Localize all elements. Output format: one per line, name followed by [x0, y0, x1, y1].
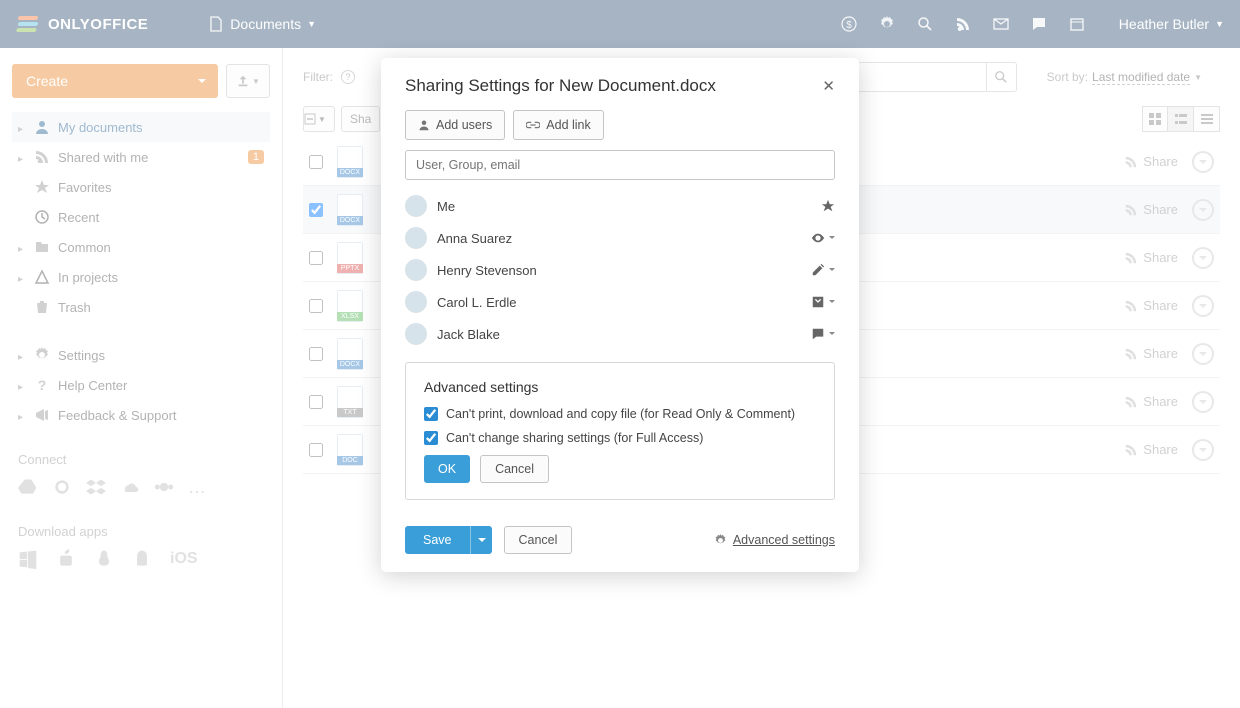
advanced-panel: Advanced settings Can't print, download … — [405, 362, 835, 500]
permission-icon — [811, 295, 825, 309]
close-button[interactable]: ✕ — [822, 77, 835, 95]
permission-icon — [811, 263, 825, 277]
gear-icon — [714, 534, 727, 547]
add-users-button[interactable]: Add users — [405, 110, 505, 140]
permission-selector[interactable] — [811, 263, 835, 277]
opt1-label: Can't print, download and copy file (for… — [446, 407, 795, 421]
save-button[interactable]: Save — [405, 526, 470, 554]
member-row: Carol L. Erdle — [405, 286, 835, 318]
share-search-input[interactable] — [405, 150, 835, 180]
add-link-button[interactable]: Add link — [513, 110, 603, 140]
chevron-down-icon — [829, 266, 835, 274]
permission-selector[interactable] — [811, 295, 835, 309]
permission-icon — [811, 327, 825, 341]
link-icon — [526, 119, 540, 131]
avatar — [405, 195, 427, 217]
advanced-opt1[interactable]: Can't print, download and copy file (for… — [424, 407, 816, 421]
avatar — [405, 259, 427, 281]
cancel-advanced-button[interactable]: Cancel — [480, 455, 549, 483]
opt2-checkbox[interactable] — [424, 431, 438, 445]
chevron-down-icon — [829, 234, 835, 242]
modal-title: Sharing Settings for New Document.docx — [405, 76, 716, 96]
modal-backdrop: Sharing Settings for New Document.docx ✕… — [0, 0, 1240, 708]
permission-selector[interactable] — [811, 327, 835, 341]
sharing-modal: Sharing Settings for New Document.docx ✕… — [381, 58, 859, 572]
member-name: Jack Blake — [437, 327, 500, 342]
advanced-link-label: Advanced settings — [733, 533, 835, 547]
add-link-label: Add link — [546, 118, 590, 132]
user-icon — [418, 119, 430, 131]
member-row: Me — [405, 190, 835, 222]
save-dropdown-button[interactable] — [470, 526, 492, 554]
member-name: Carol L. Erdle — [437, 295, 516, 310]
opt1-checkbox[interactable] — [424, 407, 438, 421]
avatar — [405, 291, 427, 313]
member-name: Anna Suarez — [437, 231, 512, 246]
permission-selector[interactable] — [811, 231, 835, 245]
member-name: Henry Stevenson — [437, 263, 537, 278]
cancel-button[interactable]: Cancel — [504, 526, 573, 554]
permission-icon — [821, 199, 835, 213]
chevron-down-icon — [829, 330, 835, 338]
avatar — [405, 323, 427, 345]
permission-selector — [821, 199, 835, 213]
member-row: Jack Blake — [405, 318, 835, 350]
advanced-title: Advanced settings — [424, 379, 816, 395]
save-split-button: Save — [405, 526, 492, 554]
member-name: Me — [437, 199, 455, 214]
chevron-down-icon — [829, 298, 835, 306]
advanced-opt2[interactable]: Can't change sharing settings (for Full … — [424, 431, 816, 445]
ok-button[interactable]: OK — [424, 455, 470, 483]
avatar — [405, 227, 427, 249]
member-row: Henry Stevenson — [405, 254, 835, 286]
add-users-label: Add users — [436, 118, 492, 132]
permission-icon — [811, 231, 825, 245]
member-row: Anna Suarez — [405, 222, 835, 254]
advanced-settings-link[interactable]: Advanced settings — [714, 533, 835, 547]
opt2-label: Can't change sharing settings (for Full … — [446, 431, 703, 445]
